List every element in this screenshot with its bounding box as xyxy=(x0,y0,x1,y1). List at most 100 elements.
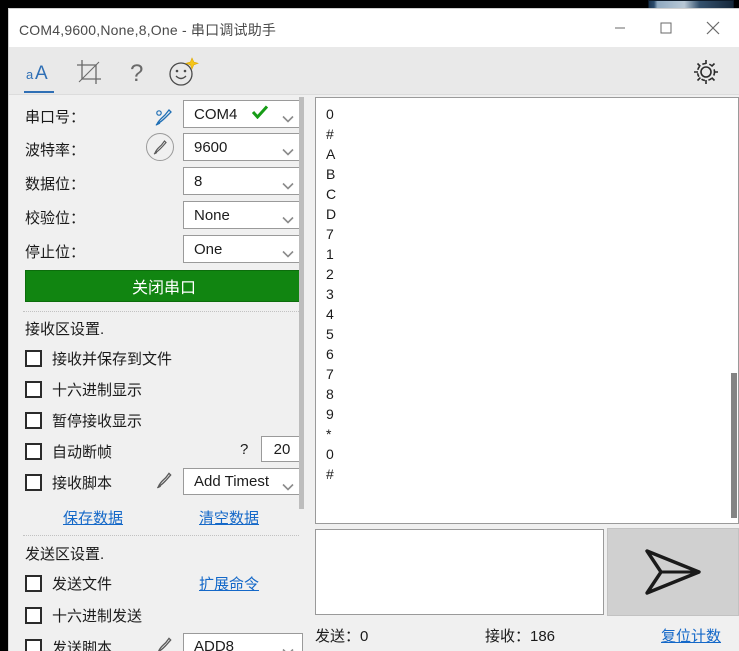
script-pen-icon[interactable] xyxy=(153,106,175,128)
svg-text:a: a xyxy=(26,67,34,82)
label-auto-frame: 自动断帧 xyxy=(52,444,113,461)
chevron-down-icon xyxy=(282,478,294,491)
chevron-down-icon xyxy=(282,211,294,224)
stop-bits-value: One xyxy=(194,240,223,258)
settings-button[interactable] xyxy=(687,55,725,89)
font-size-button[interactable]: a A xyxy=(21,53,61,91)
svg-text:A: A xyxy=(35,63,48,83)
status-received-count: 接收：186 xyxy=(485,628,556,645)
gear-icon xyxy=(694,60,718,84)
data-bits-value: 8 xyxy=(194,172,203,190)
chevron-down-icon xyxy=(282,643,294,651)
status-sent-count: 发送：0 xyxy=(315,628,369,645)
help-question-icon: ? xyxy=(130,60,143,85)
receive-display-area[interactable]: 0 # A B C D 7 1 2 3 4 5 6 7 8 9 * 0 # xyxy=(315,97,739,524)
crop-icon xyxy=(77,60,101,84)
title-bar: COM4,9600,None,8,One - 串口调试助手 xyxy=(9,9,739,47)
receive-script-value: Add Timest xyxy=(194,473,270,490)
send-button[interactable] xyxy=(607,528,739,616)
checkbox-receive-script[interactable] xyxy=(25,474,42,491)
label-send-file: 发送文件 xyxy=(52,576,113,593)
checkbox-row-pause-display[interactable]: 暂停接收显示 xyxy=(25,409,295,433)
label-save-to-file: 接收并保存到文件 xyxy=(52,351,173,368)
chevron-down-icon xyxy=(282,177,294,190)
auto-frame-timeout-input[interactable]: 20 xyxy=(261,436,303,462)
chevron-down-icon xyxy=(282,245,294,258)
auto-frame-help-icon[interactable]: ? xyxy=(240,441,248,458)
checkbox-row-auto-frame[interactable]: 自动断帧 xyxy=(25,440,295,464)
content-area: 串口号： COM4 波特率： 9600 数据位： 8 校验位： None 停止位… xyxy=(9,95,739,651)
label-hex-send: 十六进制发送 xyxy=(52,608,143,625)
baud-rate-select[interactable]: 9600 xyxy=(183,133,303,161)
extend-command-link[interactable]: 扩展命令 xyxy=(199,573,259,594)
maximize-button[interactable] xyxy=(643,9,689,47)
checkbox-row-hex-send[interactable]: 十六进制发送 xyxy=(25,604,295,628)
parity-select[interactable]: None xyxy=(183,201,303,229)
checkbox-send-script[interactable] xyxy=(25,639,42,651)
send-text-content xyxy=(316,530,603,542)
send-input-area[interactable] xyxy=(315,529,604,615)
close-port-button[interactable]: 关闭串口 xyxy=(25,270,303,302)
port-number-value: COM4 xyxy=(194,105,238,123)
send-section-title: 发送区设置. xyxy=(25,546,105,563)
label-hex-display: 十六进制显示 xyxy=(52,382,143,399)
save-data-link[interactable]: 保存数据 xyxy=(63,507,123,528)
scrollbar-thumb[interactable] xyxy=(299,97,304,509)
font-size-active-indicator xyxy=(24,91,54,93)
close-button[interactable] xyxy=(690,9,736,47)
font-size-aA-icon: a A xyxy=(26,63,48,83)
main-window: COM4,9600,None,8,One - 串口调试助手 a A ? 串口号：… xyxy=(8,8,739,651)
receive-script-pen-icon[interactable] xyxy=(154,470,176,492)
window-title: COM4,9600,None,8,One - 串口调试助手 xyxy=(19,22,277,38)
checkbox-save-to-file[interactable] xyxy=(25,350,42,367)
label-baud-rate: 波特率： xyxy=(25,142,86,159)
receive-scrollbar-thumb[interactable] xyxy=(731,373,737,518)
minimize-button[interactable] xyxy=(597,9,643,47)
close-icon xyxy=(706,21,720,35)
data-bits-select[interactable]: 8 xyxy=(183,167,303,195)
receive-text-content: 0 # A B C D 7 1 2 3 4 5 6 7 8 9 * 0 # xyxy=(326,106,337,482)
receive-section-title: 接收区设置. xyxy=(25,321,105,338)
checkbox-send-file[interactable] xyxy=(25,575,42,592)
checkbox-pause-display[interactable] xyxy=(25,412,42,429)
parity-value: None xyxy=(194,206,230,224)
app-root: COM4,9600,None,8,One - 串口调试助手 a A ? 串口号：… xyxy=(0,0,739,651)
port-number-select[interactable]: COM4 xyxy=(183,100,303,128)
svg-text:?: ? xyxy=(130,60,143,85)
minimize-icon xyxy=(615,27,625,29)
checkbox-hex-display[interactable] xyxy=(25,381,42,398)
feedback-button[interactable] xyxy=(163,53,203,91)
label-port-number: 串口号： xyxy=(25,109,86,126)
stop-bits-select[interactable]: One xyxy=(183,235,303,263)
reset-counter-link[interactable]: 复位计数 xyxy=(661,625,721,646)
divider-receive-section xyxy=(23,311,303,312)
script-pen-circle-icon[interactable] xyxy=(146,133,174,161)
port-open-check-icon xyxy=(251,105,269,123)
checkbox-auto-frame[interactable] xyxy=(25,443,42,460)
chevron-down-icon xyxy=(282,143,294,156)
left-panel-scrollbar[interactable] xyxy=(298,97,305,624)
send-script-value: ADD8 xyxy=(194,638,235,651)
checkbox-hex-send[interactable] xyxy=(25,607,42,624)
left-settings-panel: 串口号： COM4 波特率： 9600 数据位： 8 校验位： None 停止位… xyxy=(9,95,305,651)
send-script-select[interactable]: ADD8 xyxy=(183,633,303,651)
divider-send-section xyxy=(23,535,303,536)
paper-plane-send-icon xyxy=(645,549,701,595)
status-bar: 发送：0 接收：186 复位计数 xyxy=(309,620,739,650)
crop-button[interactable] xyxy=(69,53,109,91)
smiley-sparkle-icon xyxy=(169,57,199,86)
help-button[interactable]: ? xyxy=(117,53,157,91)
label-parity: 校验位： xyxy=(25,210,86,227)
label-send-script: 发送脚本 xyxy=(52,640,113,651)
chevron-down-icon xyxy=(282,110,294,123)
label-data-bits: 数据位： xyxy=(25,176,86,193)
send-script-pen-icon[interactable] xyxy=(154,635,176,651)
maximize-icon xyxy=(660,22,672,34)
label-pause-display: 暂停接收显示 xyxy=(52,413,143,430)
clear-data-link[interactable]: 清空数据 xyxy=(199,507,259,528)
label-receive-script: 接收脚本 xyxy=(52,475,113,492)
checkbox-row-save-to-file[interactable]: 接收并保存到文件 xyxy=(25,347,295,371)
receive-script-select[interactable]: Add Timest xyxy=(183,468,303,495)
checkbox-row-hex-display[interactable]: 十六进制显示 xyxy=(25,378,295,402)
baud-rate-value: 9600 xyxy=(194,138,228,156)
